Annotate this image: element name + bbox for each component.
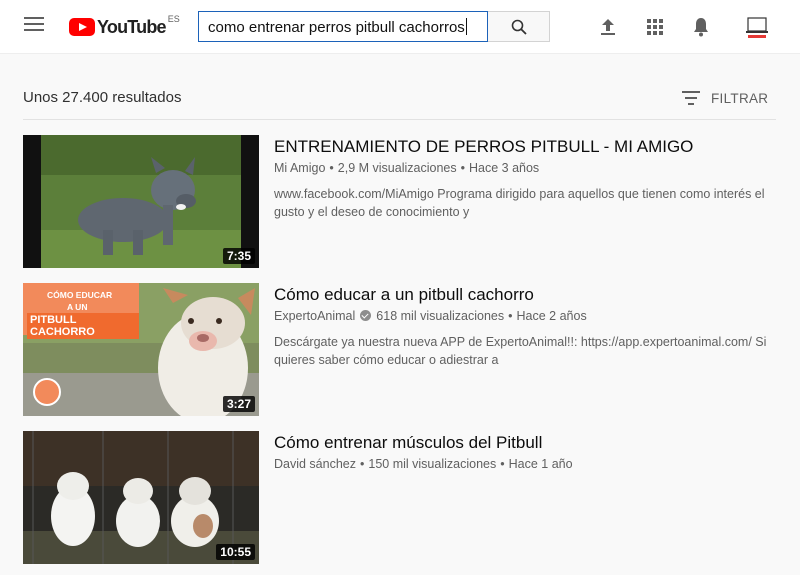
video-thumbnail[interactable]: CÓMO EDUCAR A UN PITBULL CACHORRO 3:27 [23,283,259,416]
video-thumbnail[interactable]: 10:55 [23,431,259,564]
video-meta: ExpertoAnimal 618 mil visualizaciones • Hac… [274,309,587,323]
masthead: YouTube ES como entrenar perros pitbull … [0,0,800,54]
upload-icon[interactable] [596,15,620,39]
filter-label: FILTRAR [711,91,769,106]
search-value: como entrenar perros pitbull cachorros [208,18,467,36]
view-count: 150 mil visualizaciones [368,457,497,471]
channel-watermark-icon [33,378,61,406]
view-count: 2,9 M visualizaciones [337,161,457,175]
video-result[interactable]: 7:35 ENTRENAMIENTO DE PERROS PITBULL - M… [23,135,776,269]
upload-age: Hace 3 años [469,161,540,175]
video-duration: 10:55 [216,544,255,560]
divider [23,119,776,120]
channel-name[interactable]: Mi Amigo [274,161,325,175]
thumbnail-text-line: A UN [67,302,88,312]
video-duration: 3:27 [222,396,255,412]
video-description: Descárgate ya nuestra nueva APP de Exper… [274,335,767,367]
filter-icon [682,91,700,105]
video-description: www.facebook.com/MiAmigo Programa dirigi… [274,187,765,219]
filter-button[interactable]: FILTRAR [682,89,772,109]
result-count: Unos 27.400 resultados [23,89,182,106]
youtube-logo[interactable]: YouTube ES [69,14,180,40]
youtube-logo-icon [69,18,95,36]
thumbnail-text-line: CÓMO EDUCAR [47,290,113,300]
video-title[interactable]: Cómo educar a un pitbull cachorro [274,285,534,305]
channel-name[interactable]: ExpertoAnimal [274,309,355,323]
logo-country: ES [167,14,180,24]
notifications-bell-icon[interactable] [689,15,713,39]
upload-age: Hace 2 años [516,309,587,323]
view-count: 618 mil visualizaciones [376,309,505,323]
video-meta: David sánchez • 150 mil visualizaciones • Ha… [274,457,573,471]
video-result[interactable]: 10:55 Cómo entrenar músculos del Pitbull… [23,431,776,565]
thumbnail-banner: CÓMO EDUCAR A UN PITBULL CACHORRO [23,283,139,339]
verified-icon [360,310,372,321]
video-title[interactable]: ENTRENAMIENTO DE PERROS PITBULL - MI AMI… [274,137,693,157]
channel-name[interactable]: David sánchez [274,457,356,471]
upload-age: Hace 1 año [508,457,573,471]
video-result[interactable]: CÓMO EDUCAR A UN PITBULL CACHORRO 3:27 C… [23,283,776,417]
video-duration: 7:35 [222,248,255,264]
logo-text: YouTube [97,16,167,37]
video-meta: Mi Amigo • 2,9 M visualizaciones • Hace 3 añ… [274,161,540,175]
menu-icon[interactable] [24,17,44,37]
apps-grid-icon[interactable] [643,15,667,39]
search-button[interactable] [488,11,550,42]
search-input[interactable]: como entrenar perros pitbull cachorros [198,11,488,42]
thumbnail-text-line: PITBULL CACHORRO [27,313,139,339]
video-title[interactable]: Cómo entrenar músculos del Pitbull [274,433,542,453]
avatar-icon[interactable] [744,14,770,40]
video-thumbnail[interactable]: 7:35 [23,135,259,268]
search-icon [511,19,527,35]
